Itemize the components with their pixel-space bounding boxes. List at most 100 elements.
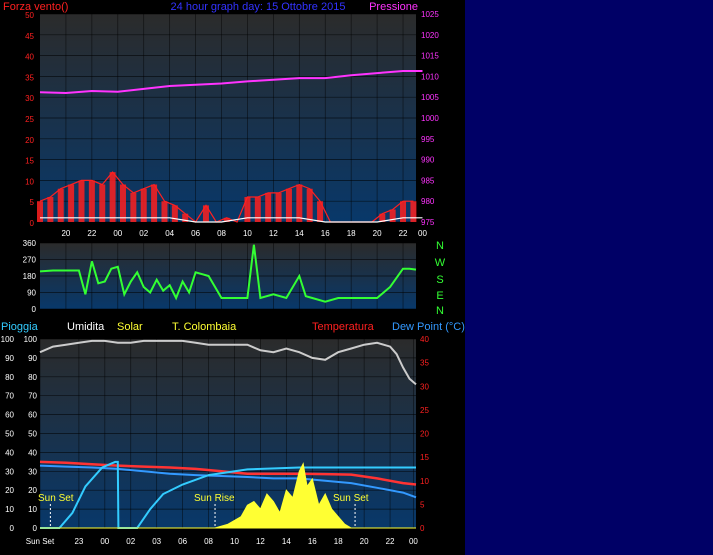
tick-label-temperature: 10 — [420, 477, 429, 486]
tick-label-hour: 06 — [178, 537, 187, 546]
tick-label-pressure: 985 — [421, 176, 435, 185]
sunset-annotation-1: Sun Set — [38, 493, 74, 504]
compass-label-e: E — [436, 290, 443, 302]
tick-label-pressure: 980 — [421, 197, 435, 206]
tick-label-hour: 22 — [386, 537, 395, 546]
tick-label-hour: 02 — [139, 229, 148, 238]
tick-label-hour: 08 — [204, 537, 213, 546]
weather-graph: 0510152025303540455097598098599099510001… — [1, 1, 465, 546]
tick-label-hour: 20 — [61, 229, 70, 238]
tick-label-hour: 16 — [308, 537, 317, 546]
tick-label-pressure: 1025 — [421, 10, 439, 19]
tick-label-humidity: 30 — [28, 467, 37, 476]
tick-label-pressure: 1005 — [421, 93, 439, 102]
tick-label-pressure: 995 — [421, 135, 435, 144]
tick-label-pressure: 1010 — [421, 72, 439, 81]
tick-label-hour: 10 — [230, 537, 239, 546]
tick-label-hour: 08 — [217, 229, 226, 238]
tick-label-temperature: 5 — [420, 500, 425, 509]
tick-label-humidity: 100 — [24, 335, 38, 344]
tick-label-hour: 00 — [409, 537, 418, 546]
station-name: T. Colombaia — [172, 321, 237, 333]
sunrise-annotation: Sun Rise — [194, 493, 235, 504]
tick-label-wind: 10 — [25, 177, 34, 186]
sunset-annotation-2: Sun Set — [333, 493, 369, 504]
tick-label-rain: 30 — [5, 467, 14, 476]
tick-label-hour: Sun Set — [26, 537, 55, 546]
tick-label-hour: 00 — [100, 537, 109, 546]
tick-label-wind: 5 — [30, 198, 35, 207]
tick-label-wind: 35 — [25, 73, 34, 82]
tick-label-humidity: 0 — [33, 524, 38, 533]
wind-axis-title: Forza vento() — [3, 1, 68, 13]
tick-label-wind: 25 — [25, 115, 34, 124]
tick-label-wind: 30 — [25, 94, 34, 103]
tick-label-humidity: 70 — [28, 392, 37, 401]
temperature-legend: Temperatura — [312, 321, 375, 333]
tick-label-pressure: 1020 — [421, 31, 439, 40]
tick-label-direction: 0 — [32, 305, 37, 314]
page-title: 24 hour graph day: 15 Ottobre 2015 — [171, 1, 346, 13]
tick-label-pressure: 975 — [421, 218, 435, 227]
tick-label-direction: 90 — [27, 289, 36, 298]
tick-label-hour: 12 — [256, 537, 265, 546]
tick-label-hour: 12 — [269, 229, 278, 238]
tick-label-hour: 00 — [113, 229, 122, 238]
tick-label-temperature: 35 — [420, 359, 429, 368]
tick-label-rain: 40 — [5, 448, 14, 457]
tick-label-rain: 90 — [5, 354, 14, 363]
tick-label-hour: 02 — [126, 537, 135, 546]
compass-label-s: S — [436, 274, 443, 286]
tick-label-rain: 50 — [5, 430, 14, 439]
tick-label-rain: 70 — [5, 392, 14, 401]
tick-label-temperature: 25 — [420, 406, 429, 415]
tick-label-hour: 14 — [282, 537, 291, 546]
pressure-axis-title: Pressione — [369, 1, 418, 13]
tick-label-humidity: 90 — [28, 354, 37, 363]
tick-label-rain: 10 — [5, 505, 14, 514]
tick-label-humidity: 50 — [28, 430, 37, 439]
tick-label-hour: 20 — [360, 537, 369, 546]
tick-label-hour: 00 — [418, 229, 427, 238]
tick-label-wind: 15 — [25, 157, 34, 166]
tick-label-hour: 03 — [152, 537, 161, 546]
tick-label-rain: 0 — [10, 524, 15, 533]
tick-label-humidity: 80 — [28, 373, 37, 382]
tick-label-hour: 14 — [295, 229, 304, 238]
tick-label-rain: 60 — [5, 411, 14, 420]
tick-label-hour: 18 — [347, 229, 356, 238]
rain-axis-title: Pioggia — [1, 321, 39, 333]
dewpoint-legend: Dew Point (°C) — [392, 321, 465, 333]
tick-label-pressure: 1000 — [421, 114, 439, 123]
tick-label-wind: 20 — [25, 136, 34, 145]
tick-label-rain: 80 — [5, 373, 14, 382]
tick-label-direction: 270 — [23, 256, 37, 265]
tick-label-temperature: 15 — [420, 453, 429, 462]
tick-label-pressure: 990 — [421, 156, 435, 165]
compass-label-w: W — [435, 257, 446, 269]
tick-label-hour: 20 — [373, 229, 382, 238]
tick-label-humidity: 40 — [28, 448, 37, 457]
tick-label-humidity: 20 — [28, 486, 37, 495]
tick-label-direction: 360 — [23, 239, 37, 248]
tick-label-temperature: 40 — [420, 335, 429, 344]
tick-label-hour: 10 — [243, 229, 252, 238]
tick-label-humidity: 60 — [28, 411, 37, 420]
tick-label-direction: 180 — [23, 272, 37, 281]
tick-label-rain: 20 — [5, 486, 14, 495]
tick-label-temperature: 20 — [420, 430, 429, 439]
tick-label-hour: 22 — [399, 229, 408, 238]
tick-label-temperature: 0 — [420, 524, 425, 533]
tick-label-hour: 22 — [87, 229, 96, 238]
compass-label-n1: N — [436, 240, 444, 252]
tick-label-hour: 04 — [165, 229, 174, 238]
humidity-legend: Umidita — [67, 321, 105, 333]
tick-label-pressure: 1015 — [421, 52, 439, 61]
tick-label-rain: 100 — [1, 335, 15, 344]
tick-label-wind: 40 — [25, 53, 34, 62]
tick-label-hour: 06 — [191, 229, 200, 238]
solar-legend: Solar — [117, 321, 143, 333]
tick-label-hour: 18 — [334, 537, 343, 546]
tick-label-temperature: 30 — [420, 382, 429, 391]
compass-label-n2: N — [436, 305, 444, 317]
